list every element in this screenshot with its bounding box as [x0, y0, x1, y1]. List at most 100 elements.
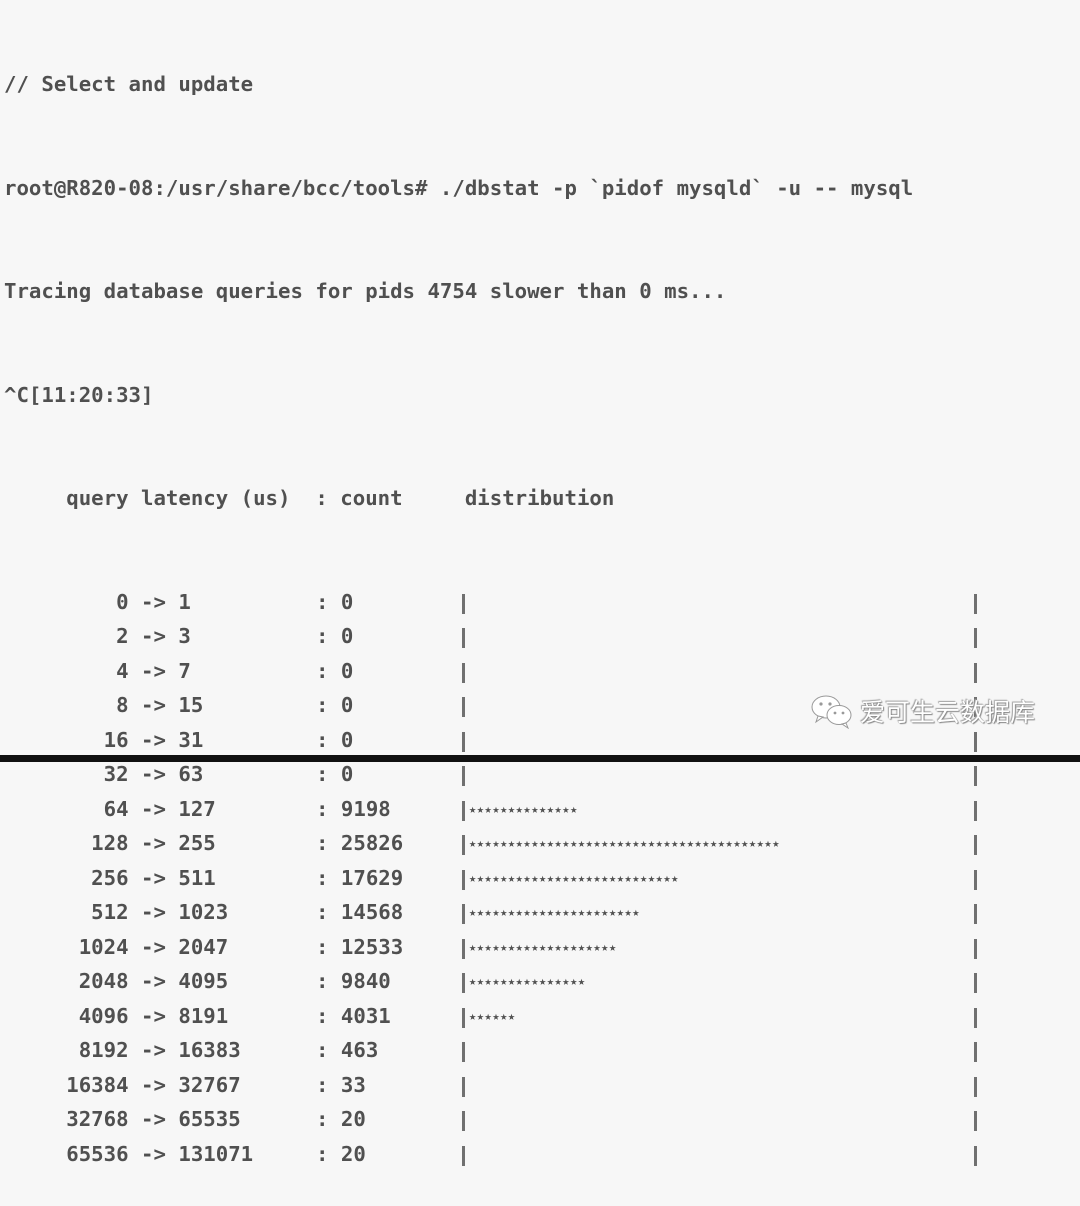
latency-range: 0 -> 1: [4, 589, 191, 614]
watermark: 爱可生云数据库: [810, 693, 1035, 729]
tracing-status: Tracing database queries for pids 4754 s…: [4, 279, 727, 303]
histogram-row: 512 -> 1023 : 14568 ★★★★★★★★★★★★★★★★★★★★★★: [4, 895, 977, 930]
bar-right-border: [974, 869, 977, 890]
terminal-output: // Select and update root@R820-08:/usr/s…: [4, 0, 977, 1206]
latency-range: 64 -> 127: [4, 796, 216, 821]
latency-range: 8192 -> 16383: [4, 1038, 241, 1062]
distribution-bar: [460, 619, 977, 654]
distribution-bar: ★★★★★★★★★★★★★★: [460, 792, 977, 827]
shell-prompt: root@R820-08:/usr/share/bcc/tools#: [4, 175, 428, 200]
bottom-border: [0, 755, 1080, 762]
bar-left-border: [462, 662, 465, 683]
bar-right-border: [974, 1076, 977, 1097]
distribution-bar: ★★★★★★★★★★★★★★★★★★★★★★★★★★★★★★★★★★★★★★★★: [460, 826, 977, 861]
count-value: : 4031: [316, 1003, 391, 1028]
latency-range: 16 -> 31: [4, 727, 204, 752]
bar-left-border: [462, 1007, 465, 1028]
bar-stars: ★★★★★★★★★★★★★★★★★★★★★★: [469, 905, 641, 919]
distribution-bar: [460, 654, 977, 689]
latency-range: 512 -> 1023: [4, 900, 229, 924]
bar-right-border: [974, 904, 977, 924]
bar-right-border: [974, 628, 977, 648]
bar-right-border: [974, 1042, 977, 1062]
histogram-row: 128 -> 255 : 25826 ★★★★★★★★★★★★★★★★★★★★★★★…: [4, 826, 977, 861]
bar-right-border: [974, 973, 977, 993]
bar-right-border: [974, 1007, 977, 1028]
distribution-bar: ★★★★★★★★★★★★★★★: [460, 964, 977, 999]
wechat-icon: [811, 695, 852, 729]
bar-right-border: [974, 835, 977, 855]
count-value: : 20: [316, 1141, 366, 1166]
histogram-row: 256 -> 511: 17629 ★★★★★★★★★★★★★★★★★★★★★★★…: [4, 861, 977, 896]
bar-left-border: [462, 1111, 465, 1131]
histogram-row: 4 -> 7: 0: [4, 654, 977, 689]
bar-right-border: [974, 1111, 977, 1131]
distribution-bar: [460, 1137, 977, 1172]
count-value: : 33: [316, 1072, 366, 1097]
bar-stars: ★★★★★★★★★★★★★★★★★★★★★★★★★★★★★★★★★★★★★★★★: [469, 836, 780, 850]
bar-left-border: [462, 766, 465, 786]
bar-right-border: [974, 938, 977, 959]
latency-range: 65536 -> 131071: [4, 1141, 254, 1166]
bar-right-border: [974, 593, 977, 614]
histogram-row: 8192 -> 16383: 463: [4, 1033, 977, 1068]
latency-range: 4 -> 7: [4, 658, 191, 683]
distribution-bar: ★★★★★★★★★★★★★★★★★★★: [460, 930, 977, 965]
distribution-bar: [460, 757, 977, 792]
count-value: : 0: [316, 624, 354, 648]
latency-range: 256 -> 511: [4, 865, 216, 890]
bar-left-border: [462, 973, 465, 993]
latency-range: 8 -> 15: [4, 693, 204, 717]
bar-right-border: [974, 766, 977, 786]
latency-range: 32 -> 63: [4, 762, 204, 786]
bar-right-border: [974, 731, 977, 752]
bar-left-border: [462, 904, 465, 924]
distribution-bar: ★★★★★★★★★★★★★★★★★★★★★★★★★★★: [460, 861, 977, 896]
bar-left-border: [462, 1076, 465, 1097]
histogram-row: 65536 -> 131071 : 20: [4, 1137, 977, 1172]
histogram-row: 2048 -> 4095 : 9840 ★★★★★★★★★★★★★★★: [4, 964, 977, 999]
bar-left-border: [462, 835, 465, 855]
latency-range: 2 -> 3: [4, 624, 191, 648]
count-value: : 14568: [316, 900, 404, 924]
bar-stars: ★★★★★★★★★★★★★★: [469, 801, 578, 816]
histogram-row: 0 -> 1 : 0: [4, 585, 977, 620]
histogram-row: 4096 -> 8191 : 4031 ★★★★★★: [4, 999, 977, 1034]
distribution-bar: ★★★★★★: [460, 999, 977, 1034]
bar-left-border: [462, 628, 465, 648]
latency-range: 1024 -> 2047: [4, 934, 229, 959]
histogram-row: 2 -> 3 : 0: [4, 619, 977, 654]
command-line: root@R820-08:/usr/share/bcc/tools# ./dbs…: [4, 171, 976, 206]
header-count: : count: [290, 486, 403, 510]
bar-right-border: [974, 1145, 977, 1166]
header-range: query latency (us): [4, 486, 291, 510]
bar-left-border: [462, 697, 465, 717]
bar-stars: ★★★★★★: [469, 1008, 516, 1023]
histogram-row: 1024 -> 2047: 12533 ★★★★★★★★★★★★★★★★★★★: [4, 930, 977, 965]
count-value: : 9840: [316, 969, 391, 993]
count-value: : 9198: [316, 796, 391, 821]
latency-range: 16384 -> 32767: [4, 1072, 241, 1097]
bar-left-border: [462, 731, 465, 752]
histogram-row: 16384 -> 32767 : 33: [4, 1068, 977, 1103]
count-value: : 0: [316, 762, 354, 786]
distribution-bar: [460, 1102, 977, 1137]
latency-range: 128 -> 255: [4, 831, 216, 855]
comment-line: // Select and update: [4, 72, 254, 96]
bar-left-border: [462, 593, 465, 614]
header-distribution: distribution: [402, 486, 615, 510]
bar-left-border: [462, 1042, 465, 1062]
bar-right-border: [974, 662, 977, 683]
distribution-bar: [460, 585, 977, 620]
watermark-text: 爱可生云数据库: [860, 698, 1036, 727]
latency-range: 4096 -> 8191: [4, 1003, 229, 1028]
latency-range: 2048 -> 4095: [4, 969, 229, 993]
count-value: : 0: [316, 693, 354, 717]
distribution-bar: ★★★★★★★★★★★★★★★★★★★★★★: [460, 895, 977, 930]
count-value: : 25826: [316, 831, 404, 855]
bar-stars: ★★★★★★★★★★★★★★★: [469, 974, 586, 988]
count-value: : 20: [316, 1107, 366, 1131]
bar-left-border: [462, 938, 465, 959]
count-value: : 0: [316, 589, 354, 614]
bar-stars: ★★★★★★★★★★★★★★★★★★★★★★★★★★★: [469, 870, 679, 885]
